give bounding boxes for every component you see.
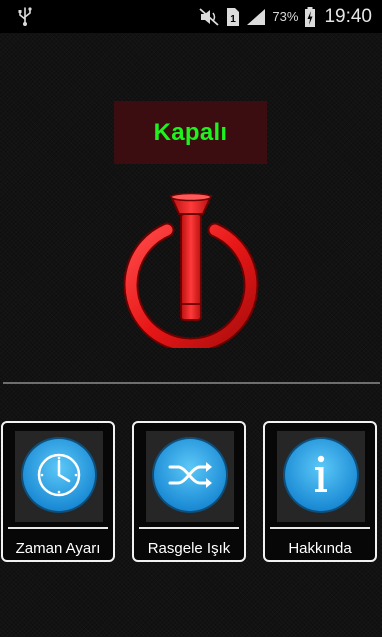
status-bar: 1 73% 19:40 [0, 0, 382, 33]
tile-separator [8, 527, 108, 529]
svg-text:1: 1 [231, 14, 237, 25]
timer-settings-label: Zaman Ayarı [15, 540, 101, 557]
tile-icon-background [277, 431, 365, 522]
shuffle-icon [152, 437, 228, 513]
flashlight-power-icon [123, 192, 259, 353]
tile-separator [139, 527, 239, 529]
about-button[interactable]: Hakkında [263, 421, 377, 562]
timer-settings-button[interactable]: Zaman Ayarı [1, 421, 115, 562]
info-icon [283, 437, 359, 513]
clock-icon [21, 437, 97, 513]
battery-percent: 73% [272, 9, 299, 24]
divider [3, 382, 380, 384]
random-light-label: Rasgele Işık [147, 540, 231, 557]
mute-icon [198, 7, 220, 27]
usb-icon [14, 5, 36, 27]
tile-separator [270, 527, 370, 529]
signal-icon [246, 8, 266, 26]
state-panel: Kapalı [114, 101, 267, 164]
tile-icon-background [15, 431, 103, 522]
power-toggle-button[interactable] [121, 192, 261, 353]
tile-icon-background [146, 431, 234, 522]
clock: 19:40 [324, 5, 372, 27]
random-light-button[interactable]: Rasgele Işık [132, 421, 246, 562]
state-label: Kapalı [153, 118, 228, 146]
about-label: Hakkında [288, 540, 352, 557]
sim-icon: 1 [226, 7, 240, 27]
battery-charging-icon [304, 6, 316, 28]
